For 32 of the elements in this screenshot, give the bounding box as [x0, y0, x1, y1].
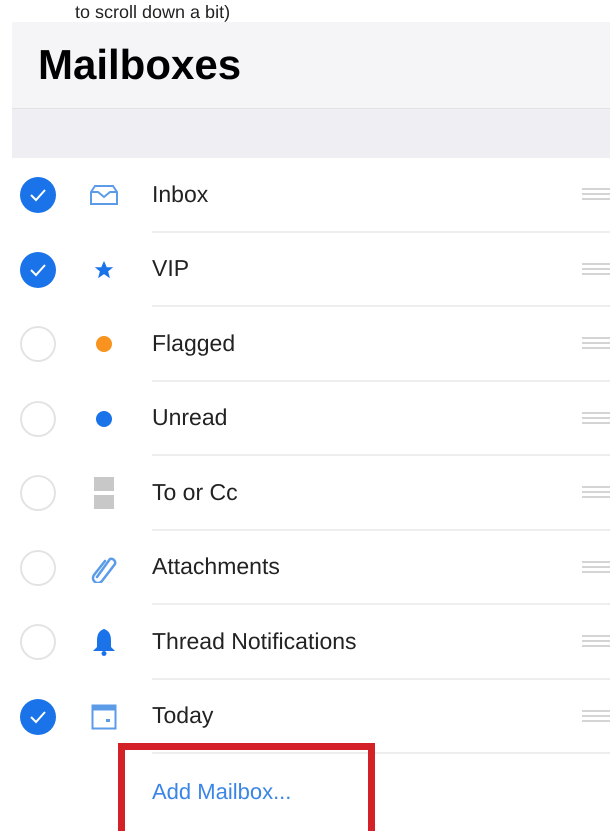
star-icon — [93, 258, 115, 281]
drag-handle-icon[interactable] — [582, 262, 610, 276]
drag-handle-icon[interactable] — [582, 410, 610, 425]
checkbox[interactable] — [20, 698, 56, 735]
mailbox-label: Attachments — [152, 553, 281, 580]
drag-handle-icon[interactable] — [582, 708, 610, 723]
calendar-icon — [91, 704, 117, 730]
checkbox[interactable] — [20, 326, 56, 362]
checkbox[interactable] — [20, 252, 56, 288]
mailbox-label: Thread Notifications — [152, 628, 358, 655]
checkbox[interactable] — [20, 624, 56, 660]
drag-handle-icon[interactable] — [582, 485, 610, 500]
mailbox-label: Inbox — [152, 180, 210, 208]
add-mailbox-link[interactable]: Add Mailbox... — [152, 779, 292, 805]
checkbox[interactable] — [20, 177, 56, 214]
drag-handle-icon[interactable] — [582, 336, 610, 350]
checkbox[interactable] — [20, 400, 56, 437]
mailbox-label: Flagged — [152, 330, 236, 357]
checkbox[interactable] — [20, 550, 56, 586]
mailbox-label: Unread — [152, 404, 228, 432]
bell-icon — [92, 628, 116, 656]
drag-handle-icon[interactable] — [582, 187, 610, 202]
checkbox[interactable] — [20, 475, 56, 512]
page-title: Mailboxes — [38, 41, 242, 89]
caption-text: to scroll down a bit) — [75, 2, 230, 22]
drag-handle-icon[interactable] — [582, 634, 610, 648]
inbox-icon — [89, 184, 119, 206]
to-cc-icon — [93, 476, 115, 510]
mailbox-label: VIP — [152, 255, 190, 282]
mailbox-label: Today — [152, 702, 214, 730]
mailbox-label: To or Cc — [152, 478, 239, 506]
drag-handle-icon[interactable] — [582, 560, 610, 574]
